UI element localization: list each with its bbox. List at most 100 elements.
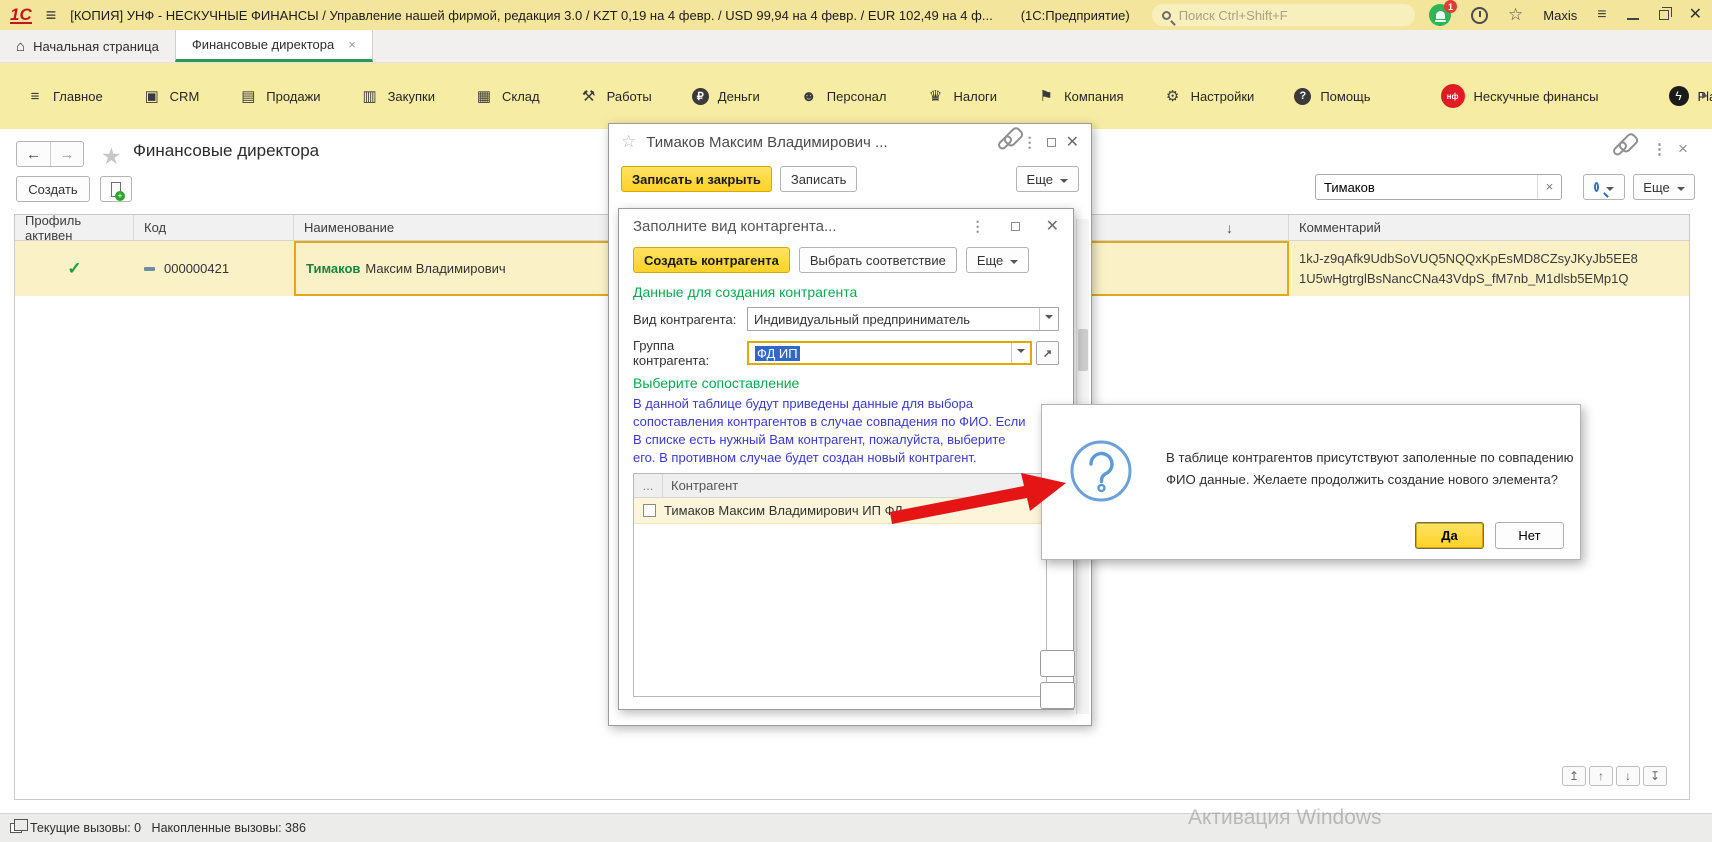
column-header-active[interactable]: Профиль активен xyxy=(15,215,134,240)
group-combo-box[interactable]: ФД ИП xyxy=(747,341,1032,365)
go-next-button[interactable]: ↓ xyxy=(1616,766,1640,786)
save-and-close-button[interactable]: Записать и закрыть xyxy=(621,166,772,192)
dialog-more-button[interactable]: Еще xyxy=(1016,166,1079,192)
ribbon-item-glavnoe[interactable]: ≡Главное xyxy=(26,87,103,105)
create-button[interactable]: Создать xyxy=(16,176,90,202)
go-prev-button[interactable]: ↑ xyxy=(1589,766,1613,786)
forward-button[interactable]: → xyxy=(50,142,83,166)
search-options-button[interactable] xyxy=(1583,174,1625,200)
ribbon-item-nalogi[interactable]: ♛Налоги xyxy=(926,87,997,105)
tab-home[interactable]: ⌂ Начальная страница xyxy=(0,30,175,62)
create-counterparty-button[interactable]: Создать контрагента xyxy=(633,247,790,273)
kind-combo-box[interactable]: Индивидуальный предприниматель xyxy=(747,307,1059,331)
history-icon[interactable] xyxy=(1471,7,1488,24)
restore-icon[interactable] xyxy=(1659,10,1669,20)
close-dialog-icon[interactable]: ✕ xyxy=(1066,132,1079,152)
more-dots-icon[interactable]: ⋮ xyxy=(971,218,985,235)
dialog-titlebar: ☆ Тимаков Максим Владимирович ... ⋮ ✕ xyxy=(609,124,1091,160)
ribbon-item-neskuchnye-finansy[interactable]: нфНескучные финансы xyxy=(1441,84,1599,108)
row-checkbox[interactable] xyxy=(643,504,656,517)
user-name[interactable]: Maxis xyxy=(1543,8,1577,23)
dialog-title: Тимаков Максим Владимирович ... xyxy=(646,134,887,151)
go-last-button[interactable]: ↧ xyxy=(1643,766,1667,786)
dialog-title: Заполните вид контаргента... xyxy=(633,218,945,235)
group-field-label: Группа контрагента: xyxy=(633,338,747,368)
maximize-icon[interactable] xyxy=(1047,138,1056,147)
staff-icon: ☻ xyxy=(800,87,818,105)
sort-descending-icon: ↓ xyxy=(1226,220,1233,236)
info-text-line3: В списке есть нужный Вам контрагент, пож… xyxy=(633,431,1059,449)
group-value: ФД ИП xyxy=(749,346,1011,361)
favorites-star-icon[interactable]: ☆ xyxy=(1508,5,1523,25)
cell-profile-active: ✓ xyxy=(15,241,134,296)
platforma-icon: ϟ xyxy=(1669,86,1689,106)
ribbon-item-prodazhi[interactable]: ▤Продажи xyxy=(239,87,320,105)
ribbon-item-sklad[interactable]: ▦Склад xyxy=(475,87,540,105)
confirm-message-line2: ФИО данные. Желаете продолжить создание … xyxy=(1166,469,1573,491)
select-match-button[interactable]: Выбрать соответствие xyxy=(799,247,957,273)
save-button[interactable]: Записать xyxy=(780,166,858,192)
minimize-icon[interactable] xyxy=(1627,18,1639,20)
list-search-input[interactable] xyxy=(1316,180,1537,195)
service-menu-icon[interactable]: ≡ xyxy=(1597,6,1606,24)
more-dots-icon[interactable]: ⋮ xyxy=(1023,134,1037,151)
menu-icon: ≡ xyxy=(26,87,44,105)
window-titlebar: 1С ≡ [КОПИЯ] УНФ - НЕСКУЧНЫЕ ФИНАНСЫ / У… xyxy=(0,0,1712,30)
kind-value: Индивидуальный предприниматель xyxy=(748,312,1039,327)
back-button[interactable]: ← xyxy=(17,142,50,166)
get-link-icon[interactable] xyxy=(1611,140,1629,158)
company-icon: ⚑ xyxy=(1037,87,1055,105)
ribbon-item-raboty[interactable]: ⚒Работы xyxy=(580,87,652,105)
list-more-button[interactable]: Еще xyxy=(1633,174,1695,200)
page-more-icon[interactable]: ⋮ xyxy=(1652,140,1667,158)
global-search-input[interactable]: Поиск Ctrl+Shift+F xyxy=(1152,4,1415,26)
main-menu-icon[interactable]: ≡ xyxy=(46,6,57,24)
open-element-button[interactable]: ↗ xyxy=(1036,341,1059,365)
info-text-line2: сопоставления контрагентов в случае совп… xyxy=(633,413,1059,431)
dropdown-caret-icon xyxy=(1017,349,1025,357)
dialog-command-bar: Создать контрагента Выбрать соответствие… xyxy=(619,243,1073,277)
ribbon-item-crm[interactable]: ▣CRM xyxy=(143,87,200,105)
notifications-bell-icon[interactable]: 1 xyxy=(1429,4,1451,26)
favorite-star-icon[interactable]: ☆ xyxy=(621,132,636,152)
active-check-icon: ✓ xyxy=(67,259,81,279)
red-arrow-annotation xyxy=(888,470,1078,530)
no-button[interactable]: Нет xyxy=(1495,522,1564,549)
yes-button[interactable]: Да xyxy=(1415,522,1484,549)
go-first-button[interactable]: ↥ xyxy=(1562,766,1586,786)
page-favorite-star-icon[interactable]: ★ xyxy=(101,143,122,170)
search-placeholder: Поиск Ctrl+Shift+F xyxy=(1179,8,1288,23)
combo-dropdown-button[interactable] xyxy=(1039,308,1058,330)
dropdown-caret-icon xyxy=(1010,260,1018,268)
comment-line-1: 1kJ-z9qAfk9UdbSoVUQ5NQQxKpEsMD8CZsyJKyJb… xyxy=(1299,249,1638,269)
tab-close-icon[interactable]: × xyxy=(348,37,356,52)
create-group-button[interactable] xyxy=(100,176,132,202)
ribbon-item-pomosch[interactable]: ?Помощь xyxy=(1294,88,1370,105)
ribbon-item-nastroyki[interactable]: ⚙Настройки xyxy=(1164,87,1255,105)
ribbon-item-dengi[interactable]: ₽Деньги xyxy=(692,88,760,105)
page-close-icon[interactable]: × xyxy=(1678,139,1688,159)
combo-dropdown-button[interactable] xyxy=(1011,343,1030,363)
list-navigation-buttons: ↥ ↑ ↓ ↧ xyxy=(1562,766,1667,786)
column-header-comment[interactable]: Комментарий xyxy=(1289,215,1689,240)
close-window-icon[interactable]: ✕ xyxy=(1689,7,1702,23)
ribbon-item-zakupki[interactable]: ▥Закупки xyxy=(361,87,435,105)
close-dialog-icon[interactable]: ✕ xyxy=(1046,216,1059,236)
info-text-line4: его. В противном случае будет создан нов… xyxy=(633,449,1059,467)
settings-icon: ⚙ xyxy=(1164,87,1182,105)
ribbon-item-personal[interactable]: ☻Персонал xyxy=(800,87,887,105)
kind-field-label: Вид контрагента: xyxy=(633,312,747,327)
ribbon-expand-icon[interactable]: ▸ xyxy=(1702,88,1708,102)
ribbon-item-kompaniya[interactable]: ⚑Компания xyxy=(1037,87,1124,105)
hidden-button-fragment xyxy=(1040,650,1075,677)
tab-financial-directors[interactable]: Финансовые директора × xyxy=(175,30,373,62)
search-icon xyxy=(1162,11,1171,20)
clear-search-icon[interactable]: × xyxy=(1537,175,1561,199)
dialog-more-button[interactable]: Еще xyxy=(966,247,1029,273)
maximize-icon[interactable] xyxy=(1011,222,1020,231)
column-header-code[interactable]: Код xyxy=(134,215,294,240)
tab-bar: ⌂ Начальная страница Финансовые директор… xyxy=(0,30,1712,63)
list-search-field[interactable]: × xyxy=(1315,174,1562,200)
scrollbar-thumb[interactable] xyxy=(1078,329,1088,371)
link-icon[interactable] xyxy=(996,133,1014,151)
